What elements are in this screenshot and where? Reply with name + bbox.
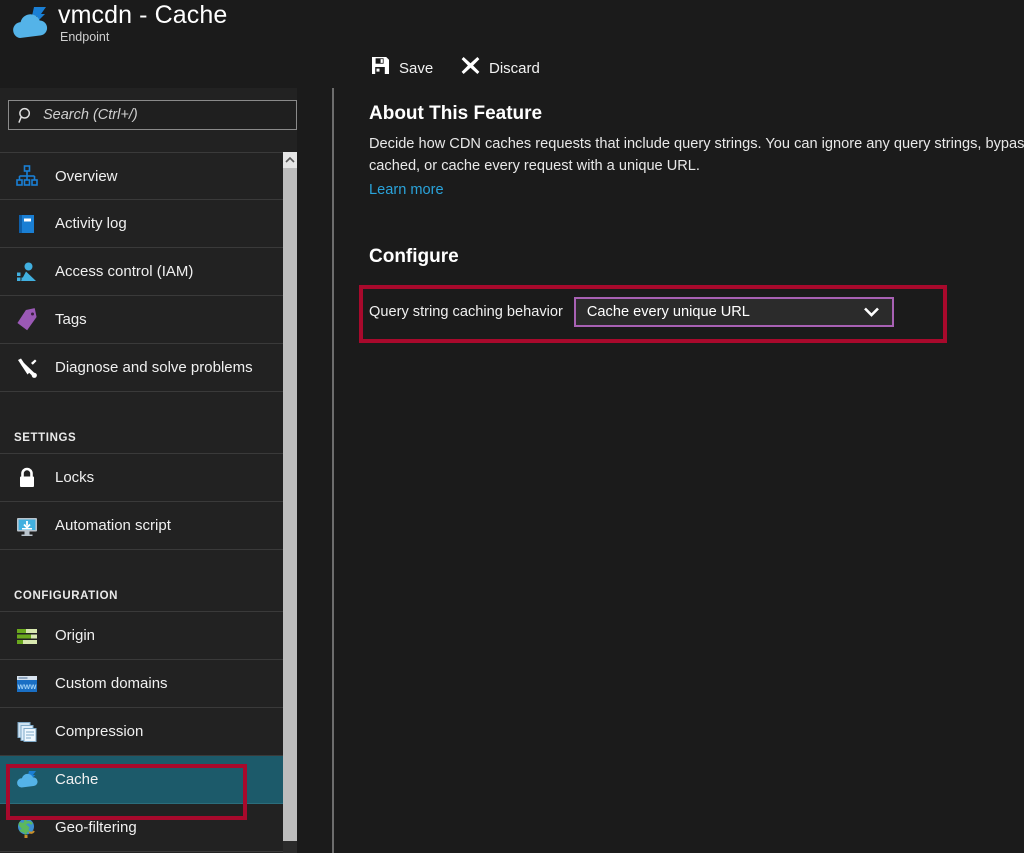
sidebar-nav-list: Overview Activity log Access control (IA…: [0, 152, 296, 852]
origin-bars-icon: [14, 623, 40, 649]
sidebar-item-label: Compression: [55, 723, 144, 740]
sidebar-item-label: Diagnose and solve problems: [55, 359, 253, 376]
about-this-feature-text: Decide how CDN caches requests that incl…: [369, 136, 1024, 174]
sidebar-item-label: Origin: [55, 627, 96, 644]
sidebar-section-configuration: CONFIGURATION: [0, 564, 283, 612]
sidebar-item-label: Geo-filtering: [55, 819, 137, 836]
tag-icon: [14, 307, 40, 333]
cdn-endpoint-cloud-icon: [8, 4, 52, 44]
geo-filtering-globe-icon: [14, 815, 40, 841]
sidebar-item-label: Locks: [55, 469, 95, 486]
search-box[interactable]: [8, 100, 297, 130]
sidebar-item-custom-domains[interactable]: www Custom domains: [0, 660, 283, 708]
sidebar-item-origin[interactable]: Origin: [0, 612, 283, 660]
cache-cloud-icon: [14, 767, 40, 793]
page-subtitle: Endpoint: [60, 30, 110, 44]
sidebar-item-label: Access control (IAM): [55, 263, 194, 280]
sidebar-item-activity-log[interactable]: Activity log: [0, 200, 283, 248]
activity-log-book-icon: [14, 211, 40, 237]
discard-button-label: Discard: [489, 59, 540, 77]
compression-pages-icon: [14, 719, 40, 745]
diagnose-tools-icon: [14, 355, 40, 381]
custom-domains-www-icon: www: [14, 671, 40, 697]
save-button-label: Save: [399, 59, 434, 77]
sidebar-section-label: CONFIGURATION: [14, 590, 119, 602]
search-icon: [18, 107, 35, 124]
sidebar-item-label: Cache: [55, 771, 99, 788]
learn-more-link[interactable]: Learn more: [369, 182, 444, 198]
sidebar-item-geo-filtering[interactable]: Geo-filtering: [0, 804, 283, 852]
sidebar-item-label: Tags: [55, 311, 87, 328]
query-string-caching-label: Query string caching behavior: [369, 304, 563, 320]
sidebar-item-overview[interactable]: Overview: [0, 152, 283, 200]
sidebar-section-settings: SETTINGS: [0, 406, 283, 454]
close-x-icon: [461, 56, 480, 80]
page-title: vmcdn - Cache: [58, 1, 228, 29]
sidebar-item-label: Activity log: [55, 215, 127, 232]
svg-text:www: www: [17, 682, 37, 691]
access-control-people-icon: [14, 259, 40, 285]
sidebar-item-diagnose[interactable]: Diagnose and solve problems: [0, 344, 283, 392]
sidebar-item-tags[interactable]: Tags: [0, 296, 283, 344]
overview-hierarchy-icon: [14, 163, 40, 189]
discard-button[interactable]: Discard: [455, 52, 546, 84]
blade-content: About This Feature Decide how CDN caches…: [333, 88, 1024, 853]
lock-icon: [14, 465, 40, 491]
chevron-up-icon[interactable]: [283, 152, 297, 168]
save-floppy-icon: [371, 56, 390, 80]
search-input[interactable]: [43, 102, 296, 128]
blade-header: vmcdn - Cache Endpoint: [0, 0, 1024, 48]
save-button[interactable]: Save: [365, 52, 439, 84]
sidebar-item-automation-script[interactable]: Automation script: [0, 502, 283, 550]
sidebar-section-label: SETTINGS: [14, 432, 77, 444]
automation-script-monitor-icon: [14, 513, 40, 539]
command-bar: Save Discard: [333, 48, 1024, 88]
sidebar-scrollbar-thumb[interactable]: [283, 168, 297, 841]
configure-heading: Configure: [369, 246, 459, 267]
query-string-caching-select[interactable]: Cache every unique URL: [573, 297, 894, 327]
about-this-feature-heading: About This Feature: [369, 103, 543, 124]
sidebar-item-cache[interactable]: Cache: [0, 756, 296, 804]
blade-sidebar: Overview Activity log: [0, 88, 297, 853]
sidebar-item-access-control[interactable]: Access control (IAM): [0, 248, 283, 296]
sidebar-item-locks[interactable]: Locks: [0, 454, 283, 502]
sidebar-item-label: Custom domains: [55, 675, 168, 692]
sidebar-item-label: Automation script: [55, 517, 171, 534]
sidebar-item-label: Overview: [55, 167, 118, 185]
query-string-caching-value: Cache every unique URL: [586, 304, 750, 320]
azure-portal-blade: vmcdn - Cache Endpoint Save Discard Sear…: [0, 0, 1024, 853]
query-string-caching-row: Query string caching behavior Cache ever…: [369, 297, 894, 327]
sidebar-item-compression[interactable]: Compression: [0, 708, 283, 756]
chevron-down-icon: [863, 306, 880, 318]
